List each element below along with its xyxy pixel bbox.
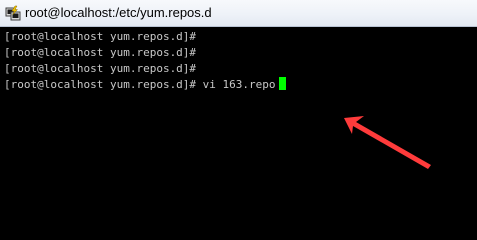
terminal-cursor bbox=[278, 77, 286, 90]
terminal-window: root@localhost:/etc/yum.repos.d [root@lo… bbox=[0, 0, 477, 237]
terminal-line-text: [root@localhost yum.repos.d]# bbox=[4, 46, 197, 59]
terminal-command-line: [root@localhost yum.repos.d]# vi 163.rep… bbox=[4, 78, 276, 91]
red-arrow-annotation bbox=[344, 116, 431, 169]
terminal-line: [root@localhost yum.repos.d]# bbox=[4, 29, 196, 45]
terminal-line: [root@localhost yum.repos.d]# vi 163.rep… bbox=[4, 77, 286, 93]
terminal-line: [root@localhost yum.repos.d]# bbox=[4, 45, 196, 61]
putty-terminal-icon[interactable] bbox=[5, 5, 21, 21]
terminal-line: [root@localhost yum.repos.d]# bbox=[4, 61, 196, 77]
terminal-line-text: [root@localhost yum.repos.d]# bbox=[4, 62, 197, 75]
terminal-line-text: [root@localhost yum.repos.d]# bbox=[4, 30, 197, 43]
window-title: root@localhost:/etc/yum.repos.d bbox=[25, 5, 212, 20]
title-bar[interactable]: root@localhost:/etc/yum.repos.d bbox=[0, 0, 477, 27]
